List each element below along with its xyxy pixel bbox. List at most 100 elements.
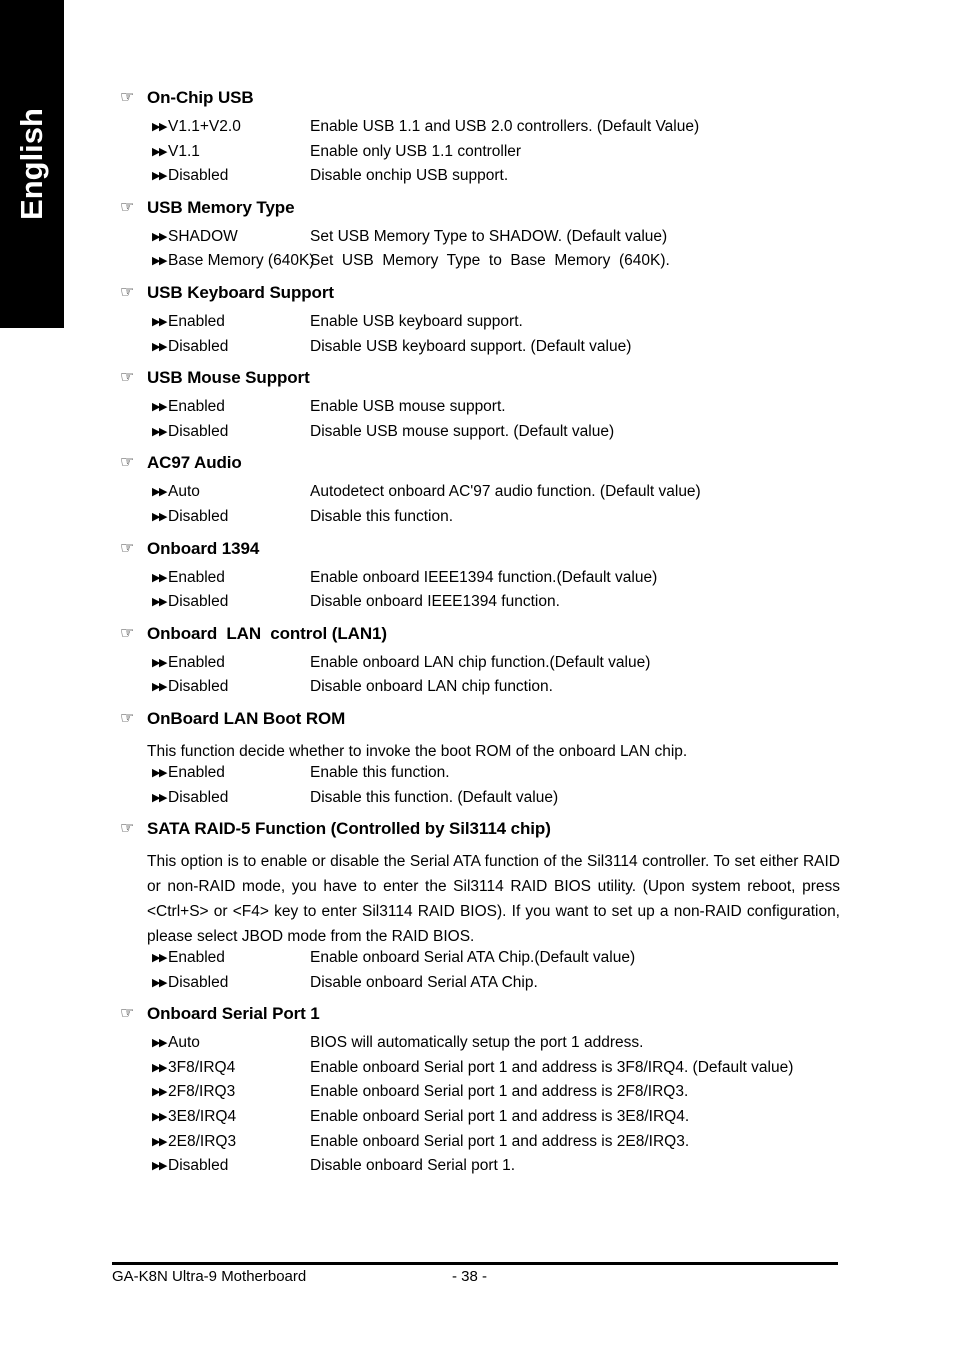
footer-divider — [112, 1262, 838, 1265]
option-value: Disabled — [168, 788, 229, 806]
option-row: ▶▶ Enabled Enable onboard Serial ATA Chip.… — [0, 949, 954, 974]
option-row: ▶▶ Disabled Disable onchip USB support. — [0, 167, 954, 192]
option-value: SHADOW — [168, 227, 238, 245]
option-description: Disable onboard Serial port 1. — [310, 1157, 516, 1175]
section-heading: ☞ On-Chip USB — [0, 88, 954, 118]
option-row: ▶▶ Disabled Disable USB mouse support. (De… — [0, 423, 954, 448]
option-row: ▶▶ Auto Autodetect onboard AC'97 audio fun… — [0, 483, 954, 508]
bios-setting-section: ☞ USB Mouse Support ▶▶ Enabled Enable USB mo… — [0, 368, 954, 453]
double-arrow-icon: ▶▶ — [152, 1110, 167, 1124]
option-row: ▶▶ V1.1 Enable only USB 1.1 controller — [0, 143, 954, 168]
section-title: Onboard 1394 — [147, 538, 260, 558]
section-title: USB Memory Type — [147, 197, 295, 217]
footer-page-number: - 38 - — [452, 1268, 488, 1285]
option-value: Base Memory (640K) — [168, 252, 315, 270]
section-title: On-Chip USB — [147, 88, 254, 107]
bios-setting-section: ☞ USB Keyboard Support ▶▶ Enabled Enable USB… — [0, 283, 954, 368]
option-value: Enabled — [168, 653, 225, 671]
option-value: Disabled — [168, 678, 229, 696]
double-arrow-icon: ▶▶ — [152, 790, 167, 804]
option-row: ▶▶ Disabled Disable onboard IEEE1394 funct… — [0, 593, 954, 618]
option-description: Enable only USB 1.1 controller — [310, 142, 522, 160]
pointing-hand-icon: ☞ — [120, 818, 135, 838]
section-description: This function decide whether to invoke t… — [147, 742, 688, 760]
option-description: Enable onboard IEEE1394 function.(Defaul… — [310, 568, 658, 586]
double-arrow-icon: ▶▶ — [152, 424, 167, 438]
option-value: Auto — [168, 483, 200, 501]
section-heading: ☞ AC97 Audio — [0, 453, 954, 483]
option-row: ▶▶ Auto BIOS will automatically setup the … — [0, 1034, 954, 1059]
section-title: OnBoard LAN Boot ROM — [147, 708, 346, 728]
double-arrow-icon: ▶▶ — [152, 1060, 167, 1074]
double-arrow-icon: ▶▶ — [152, 765, 167, 779]
option-description: Enable onboard Serial port 1 and address… — [310, 1058, 794, 1076]
option-description: Disable onchip USB support. — [310, 167, 509, 185]
section-title: USB Mouse Support — [147, 368, 310, 388]
option-description: Disable onboard Serial ATA Chip. — [310, 973, 538, 991]
option-row: ▶▶ Enabled Enable this function. — [0, 764, 954, 789]
option-description: Disable onboard IEEE1394 function. — [310, 593, 560, 611]
double-arrow-icon: ▶▶ — [152, 1036, 167, 1050]
page-footer: GA-K8N Ultra-9 Motherboard - 38 - — [0, 1250, 954, 1354]
option-row: ▶▶ Enabled Enable USB keyboard support. — [0, 313, 954, 338]
option-description: Set USB Memory Type to SHADOW. (Default … — [310, 227, 668, 245]
double-arrow-icon: ▶▶ — [152, 314, 167, 328]
option-value: Disabled — [168, 337, 229, 355]
option-description: Enable onboard Serial port 1 and address… — [310, 1132, 690, 1150]
option-description: Disable USB keyboard support. (Default v… — [310, 337, 632, 355]
section-heading: ☞ SATA RAID-5 Function (Controlled by Sil… — [0, 819, 954, 849]
option-description: Enable USB mouse support. — [310, 398, 506, 416]
option-row: ▶▶ Enabled Enable USB mouse support. — [0, 398, 954, 423]
pointing-hand-icon: ☞ — [120, 622, 135, 642]
section-title: Onboard Serial Port 1 — [147, 1004, 320, 1024]
option-description: Disable this function. — [310, 507, 454, 525]
option-description: Disable this function. (Default value) — [310, 788, 559, 806]
option-value: Enabled — [168, 949, 225, 967]
option-value: Enabled — [168, 312, 225, 330]
option-row: ▶▶ 2F8/IRQ3 Enable onboard Serial port 1 a… — [0, 1083, 954, 1108]
option-value: Enabled — [168, 398, 225, 416]
option-value: 2F8/IRQ3 — [168, 1083, 236, 1101]
option-value: Disabled — [168, 973, 229, 991]
bios-setting-section: ☞ OnBoard LAN Boot ROM This function decid… — [0, 709, 954, 819]
section-heading: ☞ USB Keyboard Support — [0, 283, 954, 313]
option-description: Enable USB keyboard support. — [310, 312, 523, 330]
option-description: Enable onboard LAN chip function.(Defaul… — [310, 653, 651, 671]
double-arrow-icon: ▶▶ — [152, 485, 167, 499]
option-description: Set USB Memory Type to Base Memory (640K… — [310, 252, 670, 270]
double-arrow-icon: ▶▶ — [152, 144, 167, 158]
pointing-hand-icon: ☞ — [120, 87, 135, 106]
section-heading: ☞ Onboard LAN control (LAN1) — [0, 624, 954, 654]
double-arrow-icon: ▶▶ — [152, 595, 167, 609]
double-arrow-icon: ▶▶ — [152, 1159, 167, 1173]
section-heading: ☞ USB Mouse Support — [0, 368, 954, 398]
option-description: Enable USB 1.1 and USB 2.0 controllers. … — [310, 118, 700, 135]
option-description: Disable USB mouse support. (Default valu… — [310, 422, 615, 440]
section-title: USB Keyboard Support — [147, 282, 334, 302]
section-heading: ☞ OnBoard LAN Boot ROM — [0, 709, 954, 739]
pointing-hand-icon: ☞ — [120, 707, 135, 727]
double-arrow-icon: ▶▶ — [152, 339, 167, 353]
option-description: Enable onboard Serial port 1 and address… — [310, 1083, 689, 1101]
double-arrow-icon: ▶▶ — [152, 1134, 167, 1148]
pointing-hand-icon: ☞ — [120, 1003, 135, 1023]
section-heading: ☞ Onboard 1394 — [0, 539, 954, 569]
pointing-hand-icon: ☞ — [120, 196, 135, 216]
option-value: Disabled — [168, 593, 229, 611]
bios-setting-section: ☞ AC97 Audio ▶▶ Auto Autodetect onboard AC'9… — [0, 453, 954, 538]
section-description: This option is to enable or disable the … — [147, 853, 840, 946]
option-value: Auto — [168, 1034, 200, 1052]
double-arrow-icon: ▶▶ — [152, 655, 167, 669]
section-title: AC97 Audio — [147, 453, 242, 473]
option-row: ▶▶ 3E8/IRQ4 Enable onboard Serial port 1 a… — [0, 1108, 954, 1133]
option-description: Autodetect onboard AC'97 audio function.… — [310, 483, 701, 501]
double-arrow-icon: ▶▶ — [152, 680, 167, 694]
option-description: Enable onboard Serial ATA Chip.(Default … — [310, 949, 636, 967]
option-value: Disabled — [168, 167, 229, 185]
footer-product-name: GA-K8N Ultra-9 Motherboard — [112, 1268, 307, 1285]
section-heading: ☞ Onboard Serial Port 1 — [0, 1004, 954, 1034]
option-row: ▶▶ Disabled Disable this function. — [0, 508, 954, 533]
option-value: 2E8/IRQ3 — [168, 1132, 237, 1150]
option-value: 3E8/IRQ4 — [168, 1108, 237, 1126]
